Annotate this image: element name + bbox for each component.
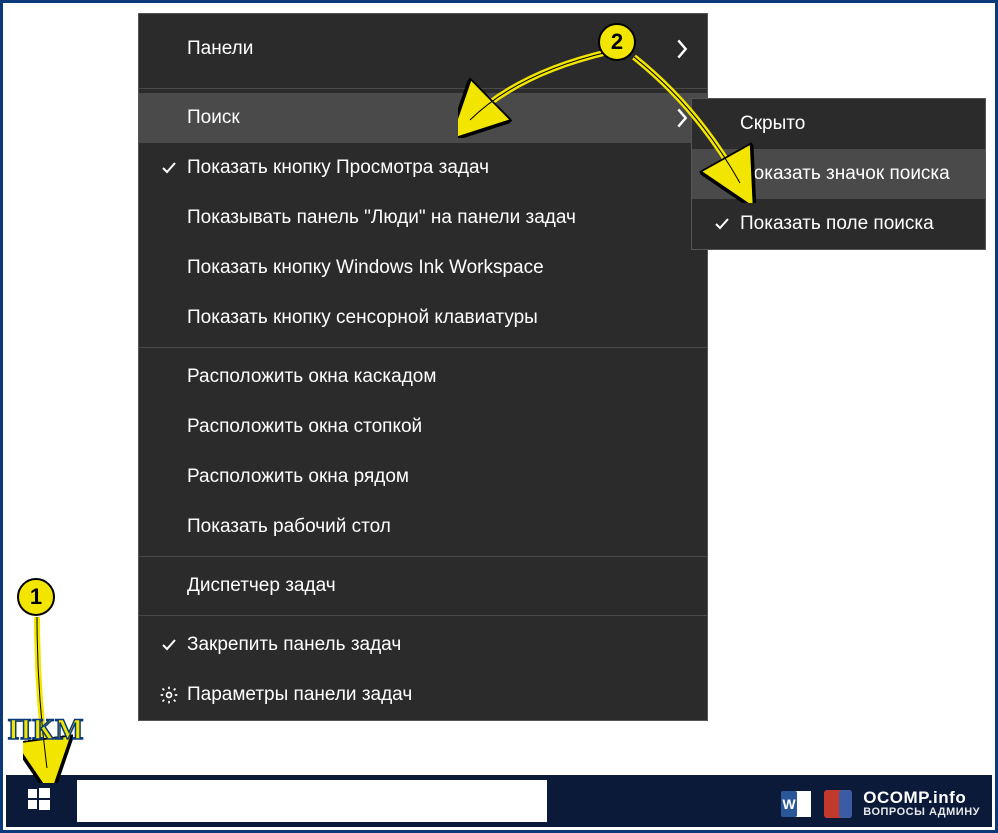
menu-item-taskbar-settings[interactable]: Параметры панели задач <box>139 670 707 720</box>
annotation-arrow-1 <box>23 613 73 783</box>
check-icon <box>151 159 187 177</box>
separator <box>139 615 707 616</box>
check-icon <box>151 636 187 654</box>
menu-label: Диспетчер задач <box>187 575 689 597</box>
annotation-arrow-2a <box>458 48 628 138</box>
menu-label: Расположить окна рядом <box>187 466 689 488</box>
windows-logo-icon <box>27 787 51 816</box>
separator <box>139 347 707 348</box>
watermark-line2: ВОПРОСЫ АДМИНУ <box>863 807 980 819</box>
menu-item-task-manager[interactable]: Диспетчер задач <box>139 561 707 611</box>
annotation-badge-2: 2 <box>598 23 636 61</box>
menu-label: Показать кнопку Просмотра задач <box>187 157 689 179</box>
separator <box>139 556 707 557</box>
submenu-item-show-box[interactable]: Показать поле поиска <box>692 199 985 249</box>
word-app-icon[interactable]: W <box>779 787 813 821</box>
watermark-line1: OCOMP.info <box>863 789 980 807</box>
badge-number: 1 <box>30 584 42 610</box>
menu-label: Расположить окна стопкой <box>187 416 689 438</box>
annotation-pkm-label: ПКМ <box>8 713 84 747</box>
menu-item-touch-keyboard[interactable]: Показать кнопку сенсорной клавиатуры <box>139 293 707 343</box>
menu-label: Показать кнопку сенсорной клавиатуры <box>187 307 689 329</box>
menu-label: Расположить окна каскадом <box>187 366 689 388</box>
svg-text:W: W <box>783 796 797 812</box>
watermark: OCOMP.info ВОПРОСЫ АДМИНУ <box>863 789 980 818</box>
check-icon <box>704 215 740 233</box>
menu-label: Показать рабочий стол <box>187 516 689 538</box>
menu-item-people[interactable]: Показывать панель "Люди" на панели задач <box>139 193 707 243</box>
menu-item-lock-taskbar[interactable]: Закрепить панель задач <box>139 620 707 670</box>
badge-number: 2 <box>611 29 623 55</box>
annotation-arrow-2b <box>628 53 758 203</box>
taskbar-right: W OCOMP.info ВОПРОСЫ АДМИНУ <box>779 787 980 821</box>
menu-item-ink[interactable]: Показать кнопку Windows Ink Workspace <box>139 243 707 293</box>
menu-item-side-by-side[interactable]: Расположить окна рядом <box>139 452 707 502</box>
menu-label: Закрепить панель задач <box>187 634 689 656</box>
taskbar: W OCOMP.info ВОПРОСЫ АДМИНУ <box>6 775 992 827</box>
menu-label: Показать значок поиска <box>740 163 967 185</box>
menu-item-stacked[interactable]: Расположить окна стопкой <box>139 402 707 452</box>
taskbar-search-box[interactable] <box>77 780 547 822</box>
menu-item-show-desktop[interactable]: Показать рабочий стол <box>139 502 707 552</box>
menu-label: Скрыто <box>740 113 967 135</box>
tray-app-icon[interactable] <box>821 787 855 821</box>
menu-label: Показать кнопку Windows Ink Workspace <box>187 257 689 279</box>
menu-item-cascade[interactable]: Расположить окна каскадом <box>139 352 707 402</box>
menu-label: Параметры панели задач <box>187 684 689 706</box>
gear-icon <box>151 685 187 705</box>
annotation-badge-1: 1 <box>17 578 55 616</box>
menu-item-task-view[interactable]: Показать кнопку Просмотра задач <box>139 143 707 193</box>
menu-label: Показывать панель "Люди" на панели задач <box>187 207 689 229</box>
menu-label: Показать поле поиска <box>740 213 967 235</box>
